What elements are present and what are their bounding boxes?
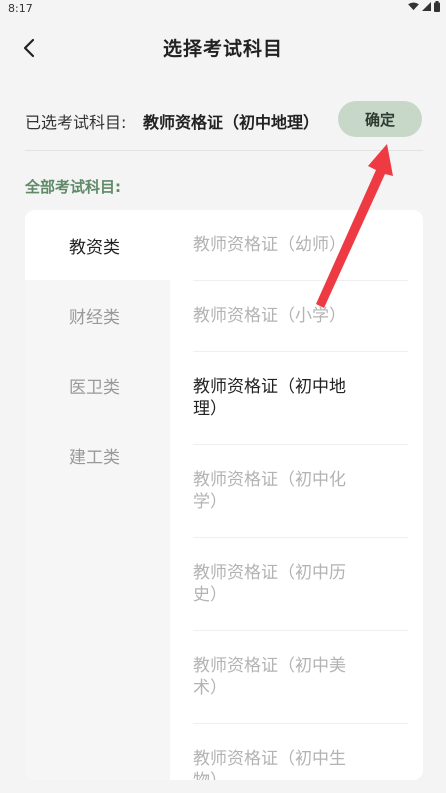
exam-item-geography[interactable]: 教师资格证（初中地 理） xyxy=(193,352,408,445)
nav-bar: 选择考试科目 xyxy=(0,26,446,70)
exam-item-label: 教师资格证（初中美 xyxy=(193,656,346,676)
exam-item-label: 教师资格证（幼师） xyxy=(193,235,346,255)
subject-panel: 教资类 财经类 医卫类 建工类 教师资格证（幼师） 教师资格证（小学） 教师资格… xyxy=(25,210,423,780)
status-time: 8:17 xyxy=(8,2,33,15)
confirm-button[interactable]: 确定 xyxy=(338,101,422,137)
page-title: 选择考试科目 xyxy=(162,38,283,60)
section-title: 全部考试科目: xyxy=(25,178,121,196)
exam-item-primary[interactable]: 教师资格证（小学） xyxy=(193,281,408,352)
exam-item-chemistry[interactable]: 教师资格证（初中化 学） xyxy=(193,445,408,538)
selected-subject-row: 已选考试科目: 教师资格证（初中地理） 确定 xyxy=(25,100,423,140)
category-list: 教资类 财经类 医卫类 建工类 xyxy=(25,210,170,780)
status-icons xyxy=(408,1,440,12)
signal-icon xyxy=(422,2,431,11)
exam-item-history[interactable]: 教师资格证（初中历 史） xyxy=(193,538,408,631)
exam-item-art[interactable]: 教师资格证（初中美 术） xyxy=(193,631,408,724)
status-bar: 8:17 xyxy=(0,0,446,18)
category-item-medical[interactable]: 医卫类 xyxy=(25,350,170,420)
exam-item-label-cont: 术） xyxy=(193,678,227,698)
exam-item-label-cont: 史） xyxy=(193,585,227,605)
exam-item-label-cont: 物） xyxy=(193,770,408,780)
wifi-icon xyxy=(408,2,419,11)
divider xyxy=(25,150,423,151)
exam-item-label-cont: 学） xyxy=(193,492,227,512)
exam-item-label: 教师资格证（初中历 xyxy=(193,563,346,583)
selected-subject-value: 教师资格证（初中地理） xyxy=(143,113,320,132)
exam-list[interactable]: 教师资格证（幼师） 教师资格证（小学） 教师资格证（初中地 理） 教师资格证（初… xyxy=(170,210,423,780)
category-item-construction[interactable]: 建工类 xyxy=(25,420,170,490)
exam-item-label: 教师资格证（初中化 xyxy=(193,470,346,490)
category-item-finance[interactable]: 财经类 xyxy=(25,280,170,350)
category-item-teacher[interactable]: 教资类 xyxy=(25,210,170,280)
exam-item-label: 教师资格证（初中地 xyxy=(193,377,346,397)
exam-item-kindergarten[interactable]: 教师资格证（幼师） xyxy=(193,210,408,281)
exam-item-label-cont: 理） xyxy=(193,399,227,419)
exam-item-label: 教师资格证（小学） xyxy=(193,306,346,326)
exam-item-biology[interactable]: 教师资格证（初中生 物） xyxy=(193,724,408,780)
exam-item-label: 教师资格证（初中生 xyxy=(193,749,346,769)
selected-subject-label: 已选考试科目: xyxy=(25,113,127,132)
battery-icon xyxy=(434,1,440,12)
